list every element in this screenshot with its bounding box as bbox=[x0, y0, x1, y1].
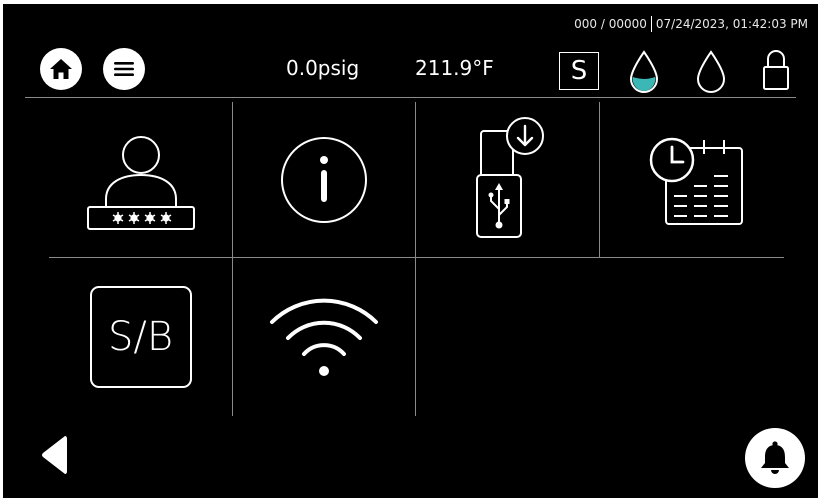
user-password-tile[interactable] bbox=[49, 102, 232, 257]
clock-calendar-icon bbox=[649, 137, 743, 225]
hamburger-menu-icon bbox=[114, 62, 134, 76]
mode-indicator[interactable]: S bbox=[559, 52, 599, 90]
date-time: 07/24/2023, 01:42:03 PM bbox=[655, 17, 808, 31]
touchscreen: 000 / 00000 07/24/2023, 01:42:03 PM 0.0p… bbox=[3, 4, 818, 498]
id-counter: 000 / 00000 bbox=[574, 17, 647, 31]
alarm-button[interactable] bbox=[745, 428, 805, 488]
standby-label: S/B bbox=[107, 313, 174, 360]
info-tile[interactable] bbox=[232, 102, 415, 257]
status-line: 000 / 00000 07/24/2023, 01:42:03 PM bbox=[574, 16, 808, 32]
usb-download-tile[interactable] bbox=[415, 102, 599, 257]
wifi-tile[interactable] bbox=[232, 257, 415, 416]
home-icon bbox=[50, 59, 72, 79]
info-icon bbox=[280, 136, 367, 223]
bell-icon bbox=[761, 441, 789, 474]
menu-button[interactable] bbox=[103, 48, 145, 90]
user-password-icon bbox=[86, 135, 195, 230]
water-drop-filled-icon[interactable] bbox=[628, 50, 660, 94]
home-button[interactable] bbox=[40, 48, 82, 90]
wifi-icon bbox=[269, 298, 378, 376]
divider bbox=[650, 16, 652, 32]
padlock-icon[interactable] bbox=[761, 48, 791, 92]
temperature-readout: 211.9°F bbox=[415, 56, 494, 80]
water-drop-outline-icon[interactable] bbox=[695, 50, 727, 94]
pressure-readout: 0.0psig bbox=[286, 56, 360, 80]
usb-download-icon bbox=[476, 117, 544, 238]
header-divider bbox=[25, 97, 796, 98]
standby-icon: S/B bbox=[89, 285, 192, 388]
date-time-tile[interactable] bbox=[599, 102, 789, 257]
standby-tile[interactable]: S/B bbox=[49, 257, 232, 416]
back-arrow-icon[interactable] bbox=[39, 434, 69, 476]
